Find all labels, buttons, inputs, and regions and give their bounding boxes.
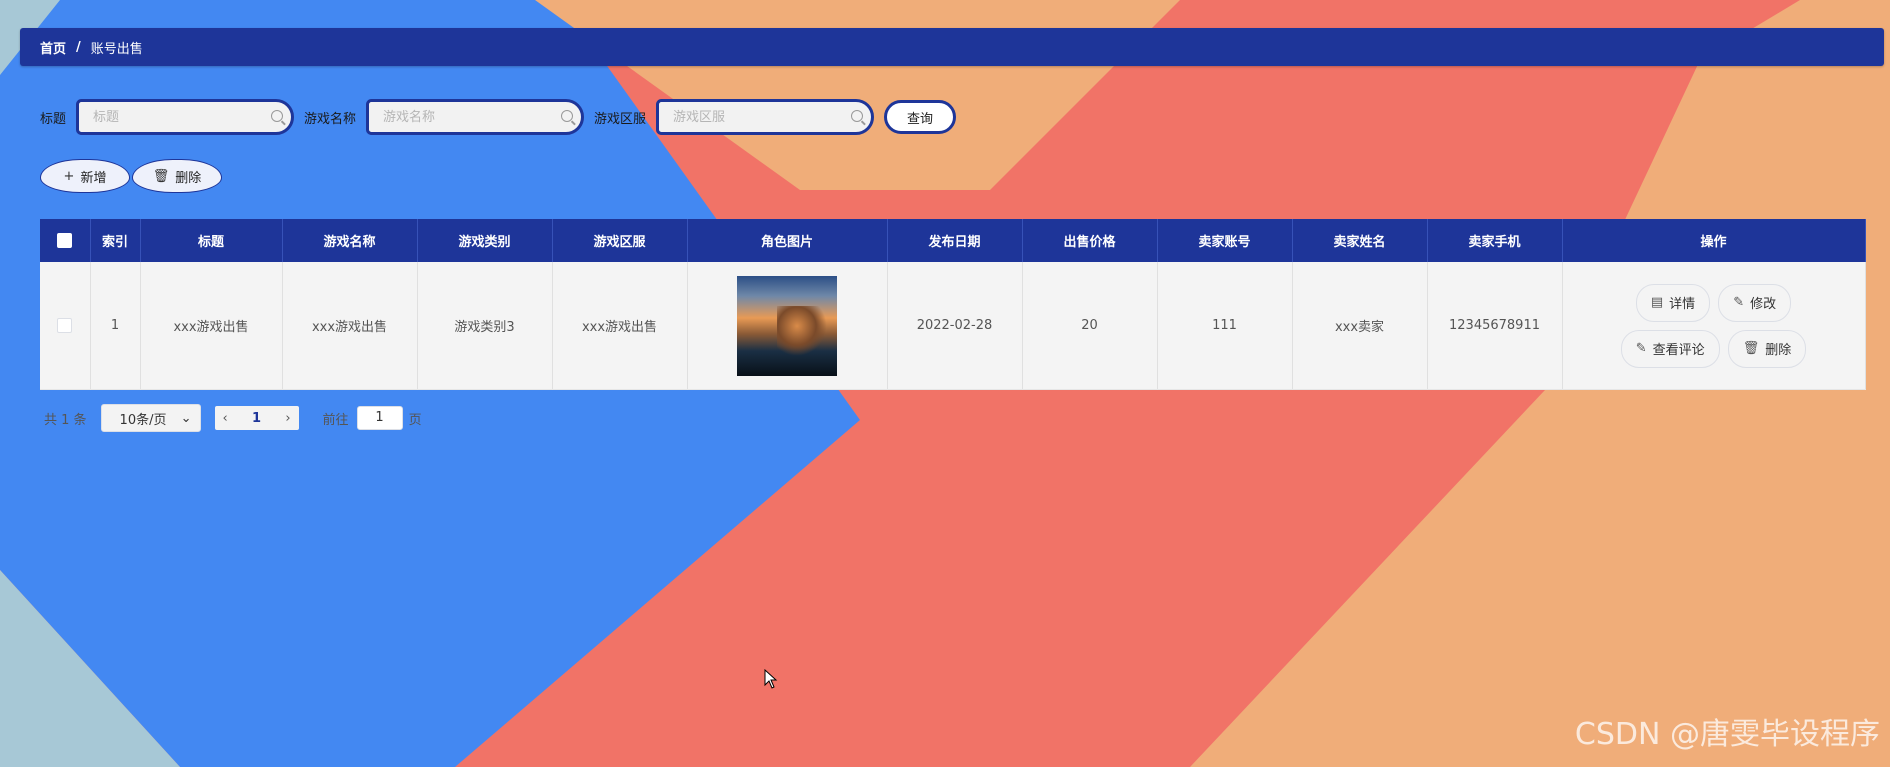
screen: 首页 / 账号出售 标题 游戏名称 游戏区服 查询 + 新增 🗑 删除: [0, 0, 1890, 767]
title-label: 标题: [40, 111, 67, 127]
cell-server: xxx游戏出售: [552, 262, 688, 390]
cell-role-image: [687, 262, 888, 390]
mouse-cursor-icon: [764, 669, 778, 689]
breadcrumb-home[interactable]: 首页: [40, 38, 66, 57]
title-input-wrapper: [76, 99, 295, 135]
trash-icon: 🗑: [152, 168, 170, 184]
trash-icon: 🗑: [1742, 341, 1760, 356]
next-page-icon[interactable]: ›: [285, 411, 290, 426]
column-header: 卖家手机: [1427, 219, 1563, 262]
account-table: 索引 标题 游戏名称 游戏类别 游戏区服 角色图片 发布日期 出售价格 卖家账号…: [40, 219, 1866, 390]
edit-button[interactable]: ✎ 修改: [1718, 283, 1792, 322]
edit-label: 修改: [1750, 297, 1777, 312]
cell-title: xxx游戏出售: [140, 262, 283, 390]
game-name-input-wrapper: [366, 99, 585, 135]
column-header: 游戏区服: [552, 219, 688, 262]
game-name-input[interactable]: [369, 102, 554, 132]
cell-publish-date: 2022-02-28: [887, 262, 1023, 390]
pencil-icon: ✎: [1635, 341, 1647, 356]
column-header: 标题: [140, 219, 283, 262]
chevron-down-icon: ⌄: [180, 410, 192, 426]
plus-icon: +: [63, 168, 75, 184]
column-header: 发布日期: [887, 219, 1023, 262]
server-label: 游戏区服: [594, 111, 647, 127]
search-icon: [851, 110, 864, 122]
breadcrumb-current: 账号出售: [90, 41, 143, 57]
detail-button[interactable]: ▤ 详情: [1635, 283, 1711, 322]
view-comments-label: 查看评论: [1652, 343, 1705, 358]
delete-button[interactable]: 🗑 删除: [1727, 329, 1807, 368]
operations-group: ▤ 详情 ✎ 修改 ✎ 查看评论 🗑 删除: [1563, 283, 1865, 368]
cell-seller-phone: 12345678911: [1427, 262, 1563, 390]
pagination: 共 1 条 10条/页 ⌄ ‹ 1 › 前往 1 页: [44, 404, 422, 432]
cell-price: 20: [1022, 262, 1158, 390]
delete-label: 删除: [1765, 343, 1792, 358]
server-input-wrapper: [656, 99, 875, 135]
title-input[interactable]: [79, 102, 264, 132]
view-comments-button[interactable]: ✎ 查看评论: [1620, 329, 1720, 368]
column-header: 卖家姓名: [1292, 219, 1428, 262]
prev-page-icon[interactable]: ‹: [223, 411, 228, 426]
column-header: 卖家账号: [1157, 219, 1293, 262]
role-image-thumbnail[interactable]: [737, 275, 837, 376]
operations-line: ▤ 详情 ✎ 修改: [1635, 283, 1792, 322]
pencil-icon: ✎: [1733, 295, 1745, 310]
column-header: 出售价格: [1022, 219, 1158, 262]
select-all-checkbox[interactable]: [57, 233, 73, 248]
current-page[interactable]: 1: [252, 411, 261, 426]
page-size-select[interactable]: 10条/页 ⌄: [100, 404, 201, 432]
search-form: 标题 游戏名称 游戏区服 查询: [40, 98, 957, 136]
column-header: 游戏类别: [417, 219, 553, 262]
batch-delete-label: 删除: [175, 170, 202, 186]
add-button-label: 新增: [80, 170, 107, 186]
table-header-row: 索引 标题 游戏名称 游戏类别 游戏区服 角色图片 发布日期 出售价格 卖家账号…: [40, 219, 1866, 262]
cell-seller-name: xxx卖家: [1292, 262, 1428, 390]
total-count: 共 1 条: [44, 412, 87, 428]
row-checkbox[interactable]: [57, 318, 73, 333]
search-icon: [271, 110, 284, 122]
column-header: 角色图片: [687, 219, 888, 262]
cell-game-name: xxx游戏出售: [282, 262, 418, 390]
game-name-label: 游戏名称: [304, 111, 357, 127]
operations-line: ✎ 查看评论 🗑 删除: [1620, 329, 1807, 368]
column-header: 操作: [1562, 219, 1866, 262]
action-bar: + 新增 🗑 删除: [40, 159, 222, 193]
select-all-header: [40, 219, 91, 262]
batch-delete-button[interactable]: 🗑 删除: [132, 159, 222, 193]
query-button[interactable]: 查询: [884, 100, 957, 134]
column-header: 游戏名称: [282, 219, 418, 262]
column-header: 索引: [90, 219, 141, 262]
table-row: 1 xxx游戏出售 xxx游戏出售 游戏类别3 xxx游戏出售 2022-02-…: [40, 262, 1866, 390]
row-select-cell: [40, 262, 91, 390]
goto-label: 前往: [322, 412, 349, 428]
detail-label: 详情: [1669, 297, 1696, 312]
add-button[interactable]: + 新增: [40, 159, 130, 193]
cell-game-category: 游戏类别3: [417, 262, 553, 390]
breadcrumb: 首页 / 账号出售: [20, 28, 1884, 66]
page-navigation: ‹ 1 ›: [214, 406, 299, 430]
document-icon: ▤: [1650, 295, 1664, 310]
cell-index: 1: [90, 262, 141, 390]
cell-seller-account: 111: [1157, 262, 1293, 390]
server-input[interactable]: [659, 102, 844, 132]
watermark: CSDN @唐雯毕设程序: [1574, 717, 1880, 752]
cell-operations: ▤ 详情 ✎ 修改 ✎ 查看评论 🗑 删除: [1562, 262, 1866, 390]
page-suffix: 页: [408, 412, 422, 428]
breadcrumb-separator: /: [76, 39, 81, 55]
search-icon: [561, 110, 574, 122]
page-size-value: 10条/页: [119, 412, 167, 428]
goto-page-input[interactable]: 1: [356, 406, 403, 430]
